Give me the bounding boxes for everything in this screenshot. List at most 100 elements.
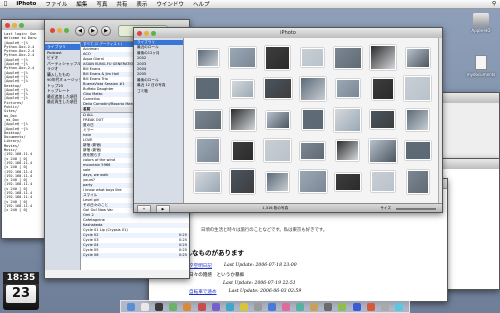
track-row[interactable]: Cycle 06 0:25 bbox=[81, 253, 189, 258]
dock-app-icon[interactable] bbox=[141, 302, 150, 311]
dock-app-icon[interactable] bbox=[155, 302, 164, 311]
itunes-source-item[interactable]: 最近再生した項目 bbox=[45, 99, 80, 105]
close-icon[interactable] bbox=[137, 30, 142, 36]
zoom-icon[interactable] bbox=[151, 30, 156, 36]
zoom-label: サイズ bbox=[380, 206, 391, 210]
photo-thumbnail[interactable] bbox=[336, 140, 359, 161]
close-icon[interactable] bbox=[5, 22, 10, 28]
dock-app-icon[interactable] bbox=[324, 302, 333, 311]
minimize-icon[interactable] bbox=[57, 28, 62, 33]
menu-file[interactable]: ファイル bbox=[45, 0, 67, 8]
photo-thumbnail[interactable] bbox=[196, 48, 219, 67]
app-menu[interactable]: iPhoto bbox=[16, 1, 36, 7]
photo-thumbnail[interactable] bbox=[231, 79, 254, 98]
photo-thumbnail[interactable] bbox=[370, 171, 395, 192]
scrollbar[interactable] bbox=[438, 38, 442, 203]
photo-thumbnail[interactable] bbox=[333, 46, 362, 69]
menu-help[interactable]: ヘルプ bbox=[193, 0, 210, 8]
dock-app-icon[interactable] bbox=[169, 302, 178, 311]
dock-app-icon[interactable] bbox=[380, 302, 389, 311]
dock-app-icon[interactable] bbox=[183, 302, 192, 311]
play-slideshow-button[interactable]: ▶ bbox=[156, 204, 170, 212]
photo-thumbnail[interactable] bbox=[229, 47, 256, 68]
terminal-output[interactable]: Last login: Sun Welcome to Darw [Apple@ … bbox=[2, 30, 46, 214]
photo-thumbnail[interactable] bbox=[194, 170, 221, 193]
add-button[interactable]: + bbox=[137, 204, 151, 212]
menu-share[interactable]: 共有 bbox=[116, 0, 127, 8]
terminal-window[interactable]: Last login: Sun Welcome to Darw [Apple@ … bbox=[1, 19, 47, 239]
play-icon[interactable]: ▶ bbox=[88, 25, 98, 36]
photo-thumbnail[interactable] bbox=[195, 138, 220, 163]
photo-thumbnail[interactable] bbox=[229, 108, 256, 131]
spotlight-icon[interactable]: ⚲ bbox=[492, 1, 500, 7]
zoom-icon[interactable] bbox=[19, 22, 24, 28]
photo-thumbnail[interactable] bbox=[263, 78, 292, 99]
clock-widget[interactable]: 18:35 23 bbox=[3, 272, 39, 310]
menu-edit[interactable]: 編集 bbox=[76, 0, 87, 8]
minimize-icon[interactable] bbox=[144, 30, 149, 36]
iphoto-source-item[interactable]: ゴミ箱 bbox=[134, 89, 183, 94]
photo-thumbnail[interactable] bbox=[370, 110, 395, 129]
photo-thumbnail[interactable] bbox=[404, 76, 431, 101]
dock-app-icon[interactable] bbox=[225, 302, 234, 311]
link-notes[interactable]: 日々の雑感 というか暴痴 bbox=[189, 272, 244, 278]
menu-window[interactable]: ウインドウ bbox=[156, 0, 184, 8]
dock-app-icon[interactable] bbox=[267, 302, 276, 311]
photo-thumbnail[interactable] bbox=[369, 45, 396, 70]
photo-thumbnail[interactable] bbox=[265, 110, 290, 129]
photo-thumbnail[interactable] bbox=[300, 141, 325, 160]
dock-app-icon[interactable] bbox=[253, 302, 262, 311]
photo-thumbnail[interactable] bbox=[334, 107, 361, 132]
next-icon[interactable]: ▶ bbox=[101, 25, 111, 36]
photo-thumbnail[interactable] bbox=[230, 169, 255, 194]
dock-app-icon[interactable] bbox=[211, 302, 220, 311]
link-diary[interactable]: 夕空明日記 bbox=[189, 263, 212, 269]
photo-thumbnail[interactable] bbox=[265, 45, 290, 70]
photo-thumbnail[interactable] bbox=[231, 140, 254, 161]
photo-thumbnail[interactable] bbox=[299, 76, 326, 101]
photo-thumbnail[interactable] bbox=[334, 172, 361, 191]
close-icon[interactable] bbox=[50, 28, 55, 33]
dock-app-icon[interactable] bbox=[127, 302, 136, 311]
desktop-icon-docs[interactable]: mydocuments bbox=[466, 55, 496, 77]
photo-thumbnail[interactable] bbox=[266, 171, 289, 192]
iphoto-titlebar[interactable]: iPhoto bbox=[134, 28, 442, 38]
dock-app-icon[interactable] bbox=[394, 302, 403, 311]
photo-thumbnail[interactable] bbox=[406, 108, 429, 131]
photo-thumbnail[interactable] bbox=[371, 77, 394, 100]
photo-thumbnail[interactable] bbox=[193, 109, 222, 130]
iphoto-window[interactable]: iPhoto ライブラリ 最近のロール 最後の12ヶ月 2002 2003 2004 200… bbox=[133, 27, 443, 213]
photo-thumbnail[interactable] bbox=[264, 139, 291, 162]
photo-thumbnail[interactable] bbox=[406, 169, 429, 194]
photo-thumbnail[interactable] bbox=[368, 138, 397, 163]
terminal-titlebar[interactable] bbox=[2, 20, 46, 30]
update-label: Last Update: 2006-07-18 23:00 bbox=[223, 263, 297, 268]
iphoto-source-list: ライブラリ 最近のロール 最後の12ヶ月 2002 2003 2004 2005 最後のロール… bbox=[134, 38, 184, 203]
previous-icon[interactable]: ◀ bbox=[75, 25, 85, 36]
photo-thumbnail[interactable] bbox=[335, 79, 360, 98]
desktop-icon-hd[interactable]: Apple-HD bbox=[466, 13, 496, 33]
link-bicycle[interactable]: 自転車で遠め bbox=[189, 289, 217, 295]
photo-thumbnail[interactable] bbox=[405, 47, 430, 68]
itunes-source-item[interactable]: 90年代ミュージック bbox=[45, 77, 80, 83]
apple-menu-icon[interactable]:  bbox=[4, 1, 7, 7]
zoom-icon[interactable] bbox=[64, 28, 69, 33]
dock-app-icon[interactable] bbox=[239, 302, 248, 311]
photo-thumbnail[interactable] bbox=[301, 109, 324, 130]
dock-app-icon[interactable] bbox=[352, 302, 361, 311]
minimize-icon[interactable] bbox=[12, 22, 17, 28]
dock-app-icon[interactable] bbox=[338, 302, 347, 311]
zoom-slider[interactable] bbox=[396, 207, 436, 210]
photo-thumbnail[interactable] bbox=[404, 141, 431, 160]
dock-app-icon[interactable] bbox=[282, 302, 291, 311]
menu-photos[interactable]: 写真 bbox=[96, 0, 107, 8]
photo-thumbnail[interactable] bbox=[195, 77, 220, 100]
photo-thumbnail[interactable] bbox=[301, 48, 324, 67]
dock bbox=[120, 300, 410, 313]
dock-app-icon[interactable] bbox=[197, 302, 206, 311]
dock-app-icon[interactable] bbox=[296, 302, 305, 311]
photo-thumbnail[interactable] bbox=[298, 170, 327, 193]
menu-view[interactable]: 表示 bbox=[136, 0, 147, 8]
dock-app-icon[interactable] bbox=[310, 302, 319, 311]
dock-app-icon[interactable] bbox=[366, 302, 375, 311]
